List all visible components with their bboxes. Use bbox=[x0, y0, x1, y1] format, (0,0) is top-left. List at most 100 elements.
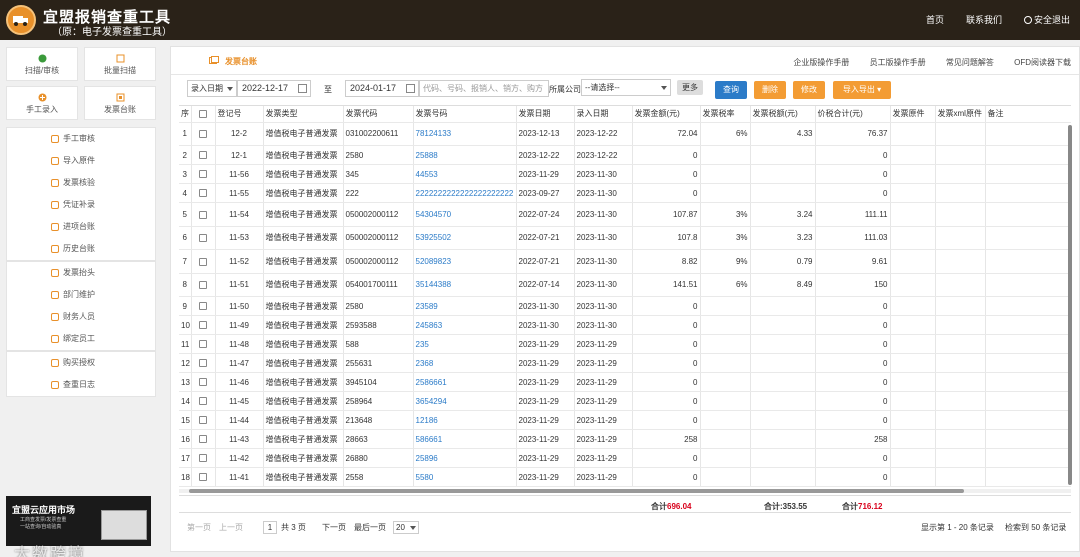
invoice-number-link[interactable]: 35144388 bbox=[413, 273, 517, 297]
invoice-number-link[interactable]: 12186 bbox=[413, 410, 517, 430]
row-checkbox[interactable] bbox=[191, 315, 216, 335]
table-row[interactable]: 1 12-2 增值税电子普通发票 031002200611 78124133 2023-1… bbox=[179, 122, 1071, 146]
tile-batch-scan[interactable]: 批量扫描 bbox=[84, 47, 156, 81]
checkbox[interactable] bbox=[199, 281, 207, 290]
row-checkbox[interactable] bbox=[191, 334, 216, 354]
invoice-number-link[interactable]: 23589 bbox=[413, 296, 517, 316]
table-row[interactable]: 4 11-55 增值税电子普通发票 222 2222222222222222222222… bbox=[179, 183, 1071, 203]
ofd-reader-link[interactable]: OFD阅读器下载 bbox=[1014, 58, 1071, 67]
invoice-number-link[interactable]: 44553 bbox=[413, 164, 517, 184]
row-checkbox[interactable] bbox=[191, 448, 216, 468]
menu-input-ledger[interactable]: 进项台账 bbox=[7, 216, 155, 238]
invoice-number-link[interactable]: 586661 bbox=[413, 429, 517, 449]
menu-bind-employee[interactable]: 绑定员工 bbox=[7, 328, 155, 350]
app-market-banner[interactable]: 宜盟云应用市场 工商查发票/发票查重 一站查询/自动验真 bbox=[6, 496, 151, 546]
row-checkbox[interactable] bbox=[191, 273, 216, 297]
row-checkbox[interactable] bbox=[191, 249, 216, 274]
vertical-scrollbar[interactable] bbox=[1068, 125, 1072, 485]
nav-home-link[interactable]: 首页 bbox=[926, 13, 944, 26]
select-all-checkbox[interactable] bbox=[199, 110, 207, 119]
scrollbar-thumb[interactable] bbox=[189, 489, 964, 493]
invoice-number-link[interactable]: 235 bbox=[413, 334, 517, 354]
checkbox[interactable] bbox=[199, 210, 207, 219]
enterprise-manual-link[interactable]: 企业版操作手册 bbox=[793, 58, 849, 67]
table-row[interactable]: 18 11-41 增值税电子普通发票 2558 5580 2023-11-29 2023-1… bbox=[179, 467, 1071, 487]
table-row[interactable]: 11 11-48 增值税电子普通发票 588 235 2023-11-29 2023-11-… bbox=[179, 334, 1071, 354]
prev-page-link[interactable]: 上一页 bbox=[219, 522, 243, 533]
checkbox[interactable] bbox=[199, 473, 207, 482]
edit-button[interactable]: 修改 bbox=[793, 81, 825, 99]
table-row[interactable]: 2 12-1 增值税电子普通发票 2580 25888 2023-12-22 2023-12… bbox=[179, 145, 1071, 165]
checkbox[interactable] bbox=[199, 321, 207, 330]
table-row[interactable]: 9 11-50 增值税电子普通发票 2580 23589 2023-11-30 2023-1… bbox=[179, 296, 1071, 316]
tile-invoice-ledger[interactable]: 发票台账 bbox=[84, 86, 156, 120]
next-page-link[interactable]: 下一页 bbox=[322, 522, 346, 533]
date-from-input[interactable]: 2022-12-17 bbox=[237, 80, 311, 97]
calendar-icon[interactable] bbox=[406, 84, 415, 93]
row-checkbox[interactable] bbox=[191, 467, 216, 487]
table-row[interactable]: 12 11-47 增值税电子普通发票 255631 2368 2023-11-29 2023… bbox=[179, 353, 1071, 373]
page-number-input[interactable]: 1 bbox=[263, 521, 277, 534]
date-type-select[interactable]: 录入日期 bbox=[187, 80, 237, 97]
table-row[interactable]: 8 11-51 增值税电子普通发票 054001700111 35144388 2022-… bbox=[179, 273, 1071, 297]
checkbox[interactable] bbox=[199, 130, 207, 139]
checkbox[interactable] bbox=[199, 189, 207, 198]
select-all-checkbox-header[interactable] bbox=[191, 106, 216, 123]
table-row[interactable]: 5 11-54 增值税电子普通发票 050002000112 54304570 2022-… bbox=[179, 202, 1071, 227]
nav-contact-link[interactable]: 联系我们 bbox=[966, 13, 1002, 26]
checkbox[interactable] bbox=[199, 257, 207, 266]
row-checkbox[interactable] bbox=[191, 164, 216, 184]
checkbox[interactable] bbox=[199, 170, 207, 179]
invoice-number-link[interactable]: 2586661 bbox=[413, 372, 517, 392]
invoice-number-link[interactable]: 25888 bbox=[413, 145, 517, 165]
row-checkbox[interactable] bbox=[191, 202, 216, 227]
menu-purchase-license[interactable]: 购买授权 bbox=[7, 352, 155, 374]
tile-manual-entry[interactable]: 手工录入 bbox=[6, 86, 78, 120]
first-page-link[interactable]: 第一页 bbox=[187, 522, 211, 533]
table-row[interactable]: 17 11-42 增值税电子普通发票 26880 25896 2023-11-29 2023… bbox=[179, 448, 1071, 468]
row-checkbox[interactable] bbox=[191, 226, 216, 250]
invoice-number-link[interactable]: 2368 bbox=[413, 353, 517, 373]
checkbox[interactable] bbox=[199, 397, 207, 406]
invoice-number-link[interactable]: 5580 bbox=[413, 467, 517, 487]
checkbox[interactable] bbox=[199, 435, 207, 444]
checkbox[interactable] bbox=[199, 340, 207, 349]
table-row[interactable]: 10 11-49 增值税电子普通发票 2593588 245863 2023-11-30 2… bbox=[179, 315, 1071, 335]
table-row[interactable]: 13 11-46 增值税电子普通发票 3945104 2586661 2023-11-29… bbox=[179, 372, 1071, 392]
invoice-number-link[interactable]: 52089823 bbox=[413, 249, 517, 274]
row-checkbox[interactable] bbox=[191, 391, 216, 411]
date-to-input[interactable]: 2024-01-17 bbox=[345, 80, 419, 97]
invoice-number-link[interactable]: 54304570 bbox=[413, 202, 517, 227]
checkbox[interactable] bbox=[199, 378, 207, 387]
checkbox[interactable] bbox=[199, 151, 207, 160]
tile-scan-review[interactable]: 扫描/审核 bbox=[6, 47, 78, 81]
table-row[interactable]: 3 11-56 增值税电子普通发票 345 44553 2023-11-29 2023-11… bbox=[179, 164, 1071, 184]
last-page-link[interactable]: 最后一页 bbox=[354, 522, 386, 533]
invoice-number-link[interactable]: 3654294 bbox=[413, 391, 517, 411]
table-row[interactable]: 15 11-44 增值税电子普通发票 213648 12186 2023-11-29 202… bbox=[179, 410, 1071, 430]
more-filters-button[interactable]: 更多 bbox=[677, 80, 703, 95]
checkbox[interactable] bbox=[199, 359, 207, 368]
row-checkbox[interactable] bbox=[191, 429, 216, 449]
table-row[interactable]: 6 11-53 增值税电子普通发票 050002000112 53925502 2022-… bbox=[179, 226, 1071, 250]
checkbox[interactable] bbox=[199, 302, 207, 311]
menu-voucher-supplement[interactable]: 凭证补录 bbox=[7, 194, 155, 216]
table-row[interactable]: 7 11-52 增值税电子普通发票 050002000112 52089823 2022-… bbox=[179, 249, 1071, 274]
page-size-select[interactable]: 20 bbox=[393, 521, 419, 534]
keyword-search-input[interactable]: 代码、号码、报销人、销方、购方 bbox=[419, 80, 549, 97]
calendar-icon[interactable] bbox=[298, 84, 307, 93]
employee-manual-link[interactable]: 员工版操作手册 bbox=[870, 58, 926, 67]
query-button[interactable]: 查询 bbox=[715, 81, 747, 99]
table-row[interactable]: 14 11-45 增值税电子普通发票 258964 3654294 2023-11-29 2… bbox=[179, 391, 1071, 411]
invoice-number-link[interactable]: 2222222222222222222222 bbox=[413, 183, 517, 203]
company-select[interactable]: --请选择-- bbox=[581, 79, 671, 96]
nav-logout-link[interactable]: 安全退出 bbox=[1023, 13, 1070, 26]
menu-history-ledger[interactable]: 历史台账 bbox=[7, 238, 155, 260]
row-checkbox[interactable] bbox=[191, 372, 216, 392]
tab-invoice-ledger[interactable]: 发票台账 bbox=[225, 56, 257, 67]
invoice-number-link[interactable]: 245863 bbox=[413, 315, 517, 335]
menu-invoice-verify[interactable]: 发票核验 bbox=[7, 172, 155, 194]
row-checkbox[interactable] bbox=[191, 410, 216, 430]
checkbox[interactable] bbox=[199, 454, 207, 463]
row-checkbox[interactable] bbox=[191, 122, 216, 146]
